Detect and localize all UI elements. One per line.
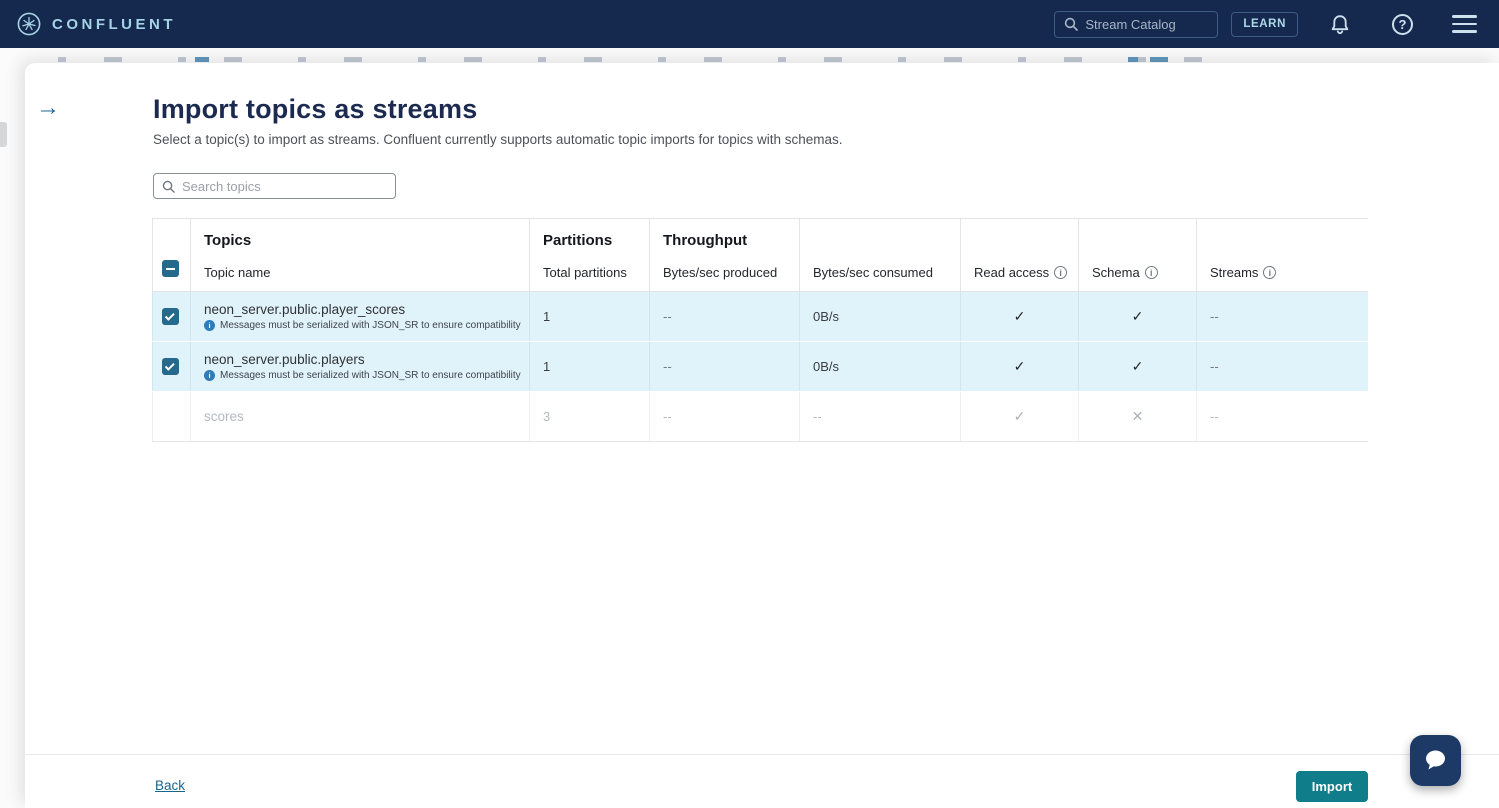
stream-catalog-input[interactable] bbox=[1085, 17, 1203, 32]
breadcrumb-link-fragment-2 bbox=[1128, 57, 1190, 62]
topic-note: i Messages must be serialized with JSON_… bbox=[204, 320, 521, 331]
brand-name: CONFLUENT bbox=[52, 16, 176, 33]
header-streams: Streams i bbox=[1196, 219, 1368, 291]
import-topics-panel: → Import topics as streams Select a topi… bbox=[25, 63, 1499, 808]
topic-search-box[interactable] bbox=[153, 173, 396, 199]
import-button[interactable]: Import bbox=[1296, 771, 1368, 802]
help-icon: ? bbox=[1392, 14, 1413, 35]
search-icon bbox=[1064, 17, 1078, 31]
col-label-read-access: Read access bbox=[974, 265, 1049, 280]
streams-value: -- bbox=[1210, 359, 1219, 374]
topic-search-input[interactable] bbox=[182, 179, 372, 194]
select-all-checkbox[interactable] bbox=[162, 260, 179, 277]
info-icon[interactable]: i bbox=[1145, 266, 1158, 279]
back-link[interactable]: Back bbox=[155, 778, 185, 793]
schema-check-icon: ✓ bbox=[1132, 358, 1144, 375]
info-icon: i bbox=[204, 370, 215, 381]
col-label-bytes-consumed: Bytes/sec consumed bbox=[813, 265, 954, 280]
bytes-consumed-value: 0B/s bbox=[813, 359, 839, 374]
table-row-disabled: scores 3 -- -- ✓ ✕ -- bbox=[152, 392, 1368, 442]
streams-value: -- bbox=[1210, 309, 1219, 324]
confluent-logo[interactable]: CONFLUENT bbox=[17, 12, 176, 36]
footer-divider bbox=[25, 754, 1499, 755]
info-icon[interactable]: i bbox=[1054, 266, 1067, 279]
partitions-value: 1 bbox=[543, 309, 550, 324]
col-label-streams: Streams bbox=[1210, 265, 1258, 280]
chat-bubble-icon bbox=[1422, 748, 1449, 773]
read-access-check-icon: ✓ bbox=[1014, 408, 1026, 425]
partitions-value: 1 bbox=[543, 359, 550, 374]
info-icon: i bbox=[204, 320, 215, 331]
schema-check-icon: ✓ bbox=[1132, 308, 1144, 325]
bytes-consumed-value: 0B/s bbox=[813, 309, 839, 324]
group-label-topics: Topics bbox=[204, 232, 523, 249]
collapsed-panel-tab[interactable] bbox=[0, 122, 7, 147]
col-label-schema: Schema bbox=[1092, 265, 1140, 280]
topic-name: scores bbox=[204, 409, 244, 424]
breadcrumb-link-fragment bbox=[195, 57, 229, 62]
bell-icon bbox=[1329, 13, 1351, 36]
table-row[interactable]: neon_server.public.players i Messages mu… bbox=[152, 342, 1368, 392]
topic-name: neon_server.public.players bbox=[204, 352, 521, 367]
help-button[interactable]: ? bbox=[1392, 14, 1413, 35]
schema-x-icon: ✕ bbox=[1132, 408, 1144, 425]
read-access-check-icon: ✓ bbox=[1014, 308, 1026, 325]
row-checkbox[interactable] bbox=[162, 358, 179, 375]
info-icon[interactable]: i bbox=[1263, 266, 1276, 279]
col-label-total-partitions: Total partitions bbox=[543, 265, 643, 280]
group-label-partitions: Partitions bbox=[543, 232, 643, 249]
top-navbar: CONFLUENT LEARN ? bbox=[0, 0, 1499, 48]
topics-table: Topics Topic name Partitions Total parti… bbox=[152, 218, 1368, 442]
group-label-throughput: Throughput bbox=[663, 232, 793, 249]
hamburger-icon bbox=[1452, 15, 1477, 33]
read-access-check-icon: ✓ bbox=[1014, 358, 1026, 375]
partitions-value: 3 bbox=[543, 409, 550, 424]
navbar-actions: LEARN ? bbox=[1054, 11, 1477, 38]
header-read-access: Read access i bbox=[960, 219, 1078, 291]
header-throughput-consumed: Bytes/sec consumed bbox=[799, 219, 960, 291]
confluent-spark-icon bbox=[17, 12, 41, 36]
streams-value: -- bbox=[1210, 409, 1219, 424]
header-schema: Schema i bbox=[1078, 219, 1196, 291]
stream-catalog-search[interactable] bbox=[1054, 11, 1218, 38]
learn-button[interactable]: LEARN bbox=[1231, 12, 1298, 37]
row-checkbox[interactable] bbox=[162, 308, 179, 325]
bytes-produced-value: -- bbox=[663, 309, 672, 324]
bytes-produced-value: -- bbox=[663, 359, 672, 374]
col-label-topic-name: Topic name bbox=[204, 265, 523, 280]
header-partitions: Partitions Total partitions bbox=[529, 219, 649, 291]
table-header: Topics Topic name Partitions Total parti… bbox=[152, 218, 1368, 292]
chat-widget-button[interactable] bbox=[1410, 735, 1461, 786]
topic-note: i Messages must be serialized with JSON_… bbox=[204, 370, 521, 381]
header-throughput-produced: Throughput Bytes/sec produced bbox=[649, 219, 799, 291]
bytes-produced-value: -- bbox=[663, 409, 672, 424]
page-subtitle: Select a topic(s) to import as streams. … bbox=[153, 132, 843, 147]
header-checkbox-cell bbox=[152, 219, 190, 291]
topic-name: neon_server.public.player_scores bbox=[204, 302, 521, 317]
collapse-panel-arrow-button[interactable]: → bbox=[36, 96, 60, 120]
bytes-consumed-value: -- bbox=[813, 409, 822, 424]
col-label-bytes-produced: Bytes/sec produced bbox=[663, 265, 793, 280]
search-icon bbox=[162, 180, 175, 193]
page-title: Import topics as streams bbox=[153, 94, 477, 125]
notifications-button[interactable] bbox=[1329, 13, 1351, 36]
table-row[interactable]: neon_server.public.player_scores i Messa… bbox=[152, 292, 1368, 342]
main-menu-button[interactable] bbox=[1452, 15, 1477, 33]
header-topics: Topics Topic name bbox=[190, 219, 529, 291]
